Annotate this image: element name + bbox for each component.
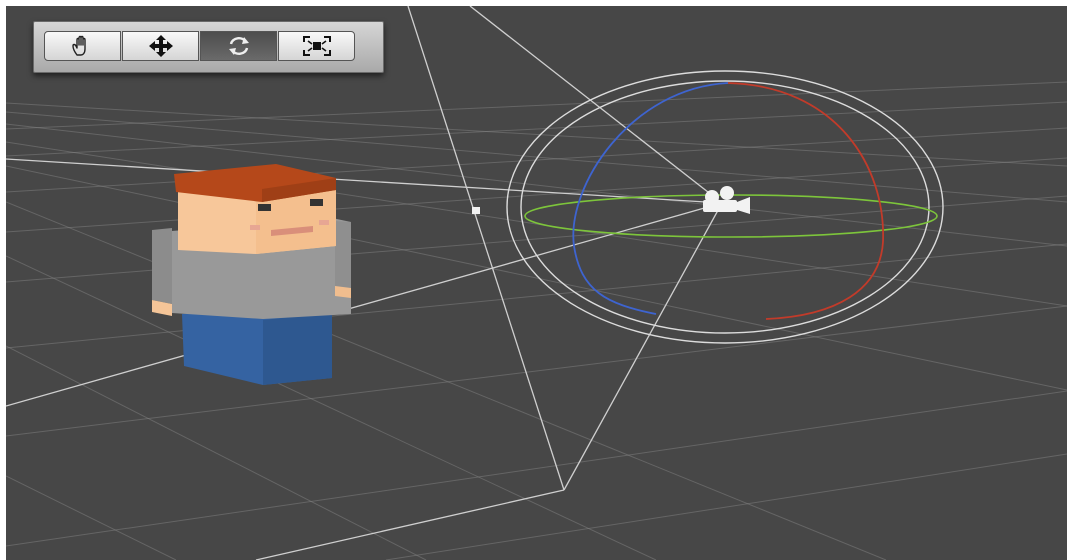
move-tool-button[interactable] (122, 31, 199, 61)
voxel-character[interactable] (152, 164, 351, 385)
rotate-icon (226, 35, 252, 57)
camera-icon[interactable] (703, 186, 750, 214)
orbit-tool-button[interactable] (200, 31, 277, 61)
scene-canvas[interactable] (6, 6, 1067, 560)
frame-tool-button[interactable] (278, 31, 355, 61)
ground-grid (6, 81, 1067, 560)
frustum-handle[interactable] (472, 207, 480, 214)
pan-tool-button[interactable] (44, 31, 121, 61)
hand-icon (70, 35, 96, 57)
move-arrows-icon (147, 34, 175, 58)
view-tools-toolbar (33, 21, 384, 73)
rotation-gizmo[interactable] (506, 6, 944, 425)
scene-viewport[interactable] (6, 6, 1067, 560)
frame-selection-icon (302, 35, 332, 57)
